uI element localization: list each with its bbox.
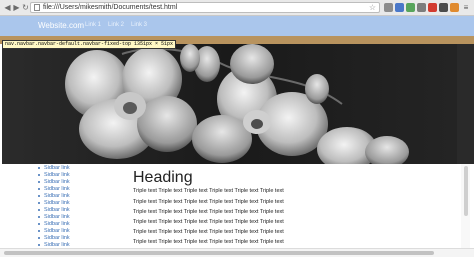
- sidebar-link-label[interactable]: Sidbar link: [44, 235, 70, 241]
- bullet: [38, 229, 40, 232]
- bullet: [38, 173, 40, 176]
- address-bar[interactable]: file:///Users/mikesmith/Documents/test.h…: [30, 2, 380, 13]
- inspector-tooltip: nav.navbar.navbar-default.navbar-fixed-t…: [2, 40, 177, 49]
- bookmark-star-icon[interactable]: ☆: [369, 3, 376, 12]
- horizontal-scroll-thumb[interactable]: [4, 251, 434, 255]
- bullet: [38, 201, 40, 204]
- paragraph: Triple text Triple text Triple text Trip…: [133, 199, 284, 205]
- bullet: [38, 215, 40, 218]
- sidebar-link[interactable]: Sidbar link: [38, 186, 70, 192]
- sidebar-link-label[interactable]: Sidbar link: [44, 186, 70, 192]
- sidebar-link[interactable]: Sidbar link: [38, 179, 70, 185]
- nav-link-3[interactable]: Link 3: [131, 22, 147, 28]
- forward-arrow-icon[interactable]: ▶: [12, 3, 21, 12]
- sidebar-link-label[interactable]: Sidbar link: [44, 193, 70, 199]
- sidebar-link-label[interactable]: Sidbar link: [44, 165, 70, 171]
- sidebar-link[interactable]: Sidbar link: [38, 221, 70, 227]
- sidebar-link[interactable]: Sidbar link: [38, 165, 70, 171]
- sidebar-link[interactable]: Sidbar link: [38, 228, 70, 234]
- nav-link-1[interactable]: Link 1: [85, 22, 101, 28]
- sidebar-link[interactable]: Sidbar link: [38, 193, 70, 199]
- paragraph: Triple text Triple text Triple text Trip…: [133, 229, 284, 235]
- back-arrow-icon[interactable]: ◀: [3, 3, 12, 12]
- file-icon: [34, 4, 40, 11]
- bullet: [38, 187, 40, 190]
- brand-link[interactable]: Website.com: [38, 21, 84, 30]
- ext-red-icon[interactable]: [428, 3, 437, 12]
- sidebar-link-label[interactable]: Sidbar link: [44, 214, 70, 220]
- nav-link-2[interactable]: Link 2: [108, 22, 124, 28]
- ext-orange-icon[interactable]: [450, 3, 459, 12]
- reload-icon[interactable]: ↻: [21, 3, 30, 12]
- ext-grey-icon[interactable]: [384, 3, 393, 12]
- bullet: [38, 243, 40, 246]
- paragraph: Triple text Triple text Triple text Trip…: [133, 219, 284, 225]
- bullet: [38, 166, 40, 169]
- page-heading: Heading: [133, 169, 193, 186]
- sidebar-link[interactable]: Sidbar link: [38, 172, 70, 178]
- paragraph: Triple text Triple text Triple text Trip…: [133, 239, 284, 245]
- navbar: Website.com Link 1 Link 2 Link 3: [0, 16, 474, 36]
- ext-blue-icon[interactable]: [395, 3, 404, 12]
- vertical-scroll-thumb[interactable]: [464, 166, 468, 216]
- ext-dark-icon[interactable]: [439, 3, 448, 12]
- vertical-scrollbar[interactable]: [461, 164, 470, 248]
- sidebar-link[interactable]: Sidbar link: [38, 200, 70, 206]
- sidebar-link-label[interactable]: Sidbar link: [44, 221, 70, 227]
- orchid-illustration: [2, 44, 457, 164]
- sidebar-link-label[interactable]: Sidbar link: [44, 200, 70, 206]
- hero-orchid-image: [2, 44, 457, 164]
- menu-icon[interactable]: ≡: [462, 3, 470, 12]
- hero-dark-edge: [457, 44, 474, 164]
- sidebar-link-label[interactable]: Sidbar link: [44, 228, 70, 234]
- url-text: file:///Users/mikesmith/Documents/test.h…: [43, 4, 178, 11]
- sidebar-link-label[interactable]: Sidbar link: [44, 179, 70, 185]
- paragraph: Triple text Triple text Triple text Trip…: [133, 188, 284, 194]
- ext-globe-icon[interactable]: [417, 3, 426, 12]
- bullet: [38, 180, 40, 183]
- ext-green-icon[interactable]: [406, 3, 415, 12]
- sidebar-link-label[interactable]: Sidbar link: [44, 207, 70, 213]
- horizontal-scrollbar[interactable]: [0, 248, 474, 257]
- bullet: [38, 194, 40, 197]
- browser-toolbar: ◀ ▶ ↻ file:///Users/mikesmith/Documents/…: [0, 0, 474, 16]
- bullet: [38, 222, 40, 225]
- sidebar-link[interactable]: Sidbar link: [38, 235, 70, 241]
- sidebar-link[interactable]: Sidbar link: [38, 214, 70, 220]
- bullet: [38, 208, 40, 211]
- bullet: [38, 236, 40, 239]
- paragraph: Triple text Triple text Triple text Trip…: [133, 209, 284, 215]
- sidebar-link[interactable]: Sidbar link: [38, 207, 70, 213]
- sidebar-link-label[interactable]: Sidbar link: [44, 172, 70, 178]
